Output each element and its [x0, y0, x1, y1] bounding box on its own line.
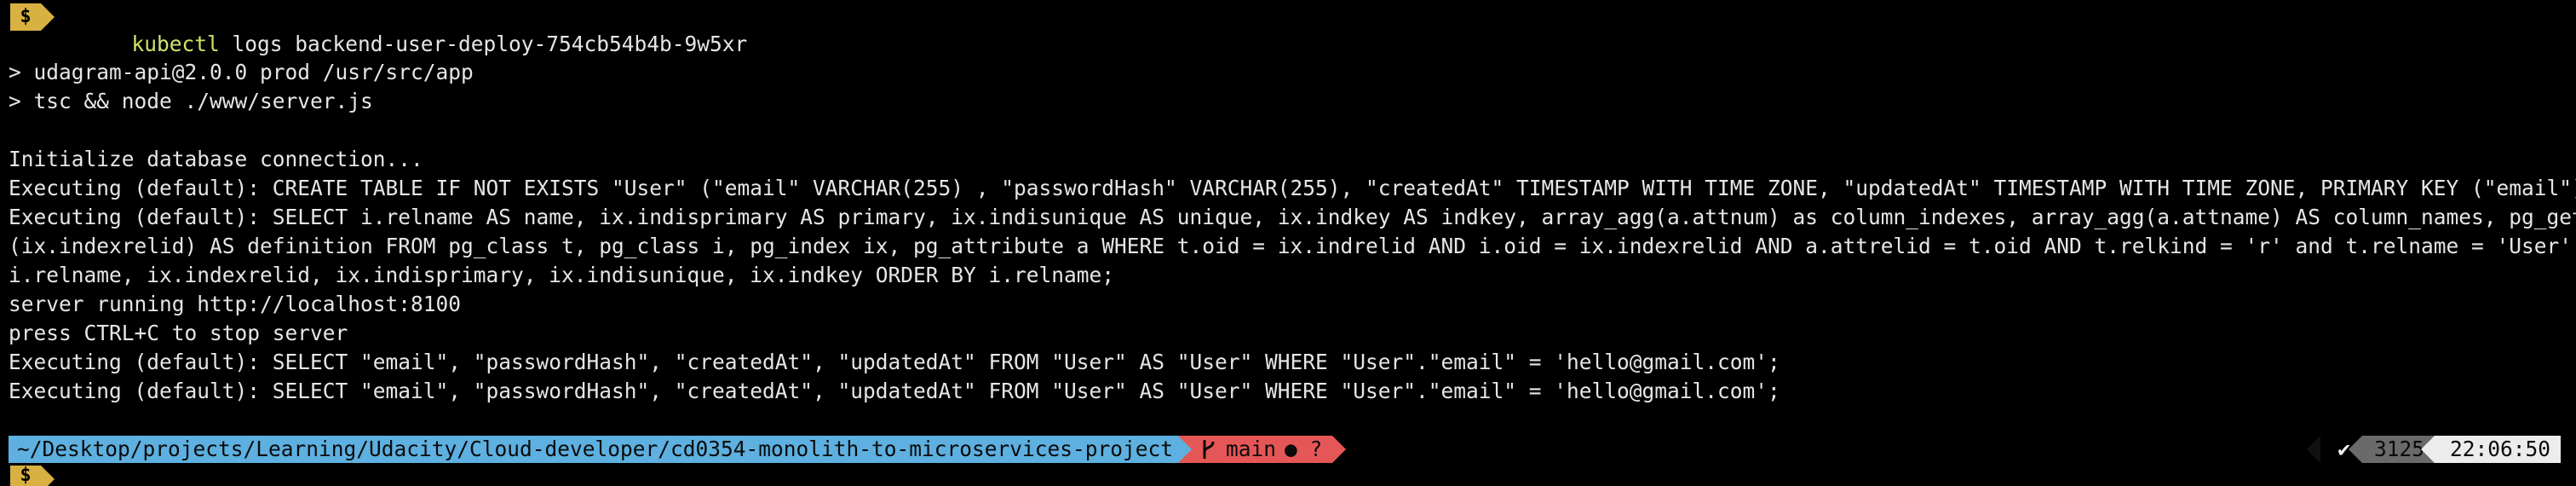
output-line: press CTRL+C to stop server — [9, 321, 348, 345]
git-dirty-indicator: ● ? — [1285, 437, 1323, 461]
output-line: Executing (default): SELECT "email", "pa… — [9, 379, 1780, 403]
output-line: > udagram-api@2.0.0 prod /usr/src/app — [9, 60, 474, 84]
output-line: > tsc && node ./www/server.js — [9, 89, 373, 113]
git-branch-icon — [1203, 440, 1215, 459]
output-line: Executing (default): CREATE TABLE IF NOT… — [9, 176, 2576, 200]
output-line: Initialize database connection... — [9, 147, 423, 171]
terminal-window[interactable]: $ kubectl logs backend-user-deploy-754cb… — [0, 0, 2576, 486]
command-prompt-line: $ kubectl logs backend-user-deploy-754cb… — [0, 2, 2576, 56]
current-directory: ~/Desktop/projects/Learning/Udacity/Clou… — [9, 436, 1193, 463]
prompt-statusbar-right: ✔ 3125 22:06:50 — [2307, 436, 2561, 463]
output-line: server running http://localhost:8100 — [9, 292, 462, 316]
command-text: kubectl logs backend-user-deploy-754cb54… — [56, 3, 748, 56]
clock-time: 22:06:50 — [2420, 436, 2561, 463]
output-line: Executing (default): SELECT "email", "pa… — [9, 350, 1780, 374]
prompt-statusbar-left: ~/Desktop/projects/Learning/Udacity/Clou… — [9, 436, 1347, 463]
output-line: (ix.indexrelid) AS definition FROM pg_cl… — [9, 234, 2576, 258]
output-line: i.relname, ix.indexrelid, ix.indisprimar… — [9, 263, 1115, 287]
command-executable: kubectl — [131, 32, 220, 56]
active-prompt-symbol[interactable]: $ — [10, 466, 55, 486]
git-branch-name: main — [1226, 437, 1277, 461]
output-line: Executing (default): SELECT i.relname AS… — [9, 205, 2576, 229]
command-arguments: logs backend-user-deploy-754cb54b4b-9w5x… — [219, 32, 748, 56]
git-status-segment: main ● ? — [1178, 436, 1347, 463]
prompt-symbol: $ — [10, 3, 55, 31]
